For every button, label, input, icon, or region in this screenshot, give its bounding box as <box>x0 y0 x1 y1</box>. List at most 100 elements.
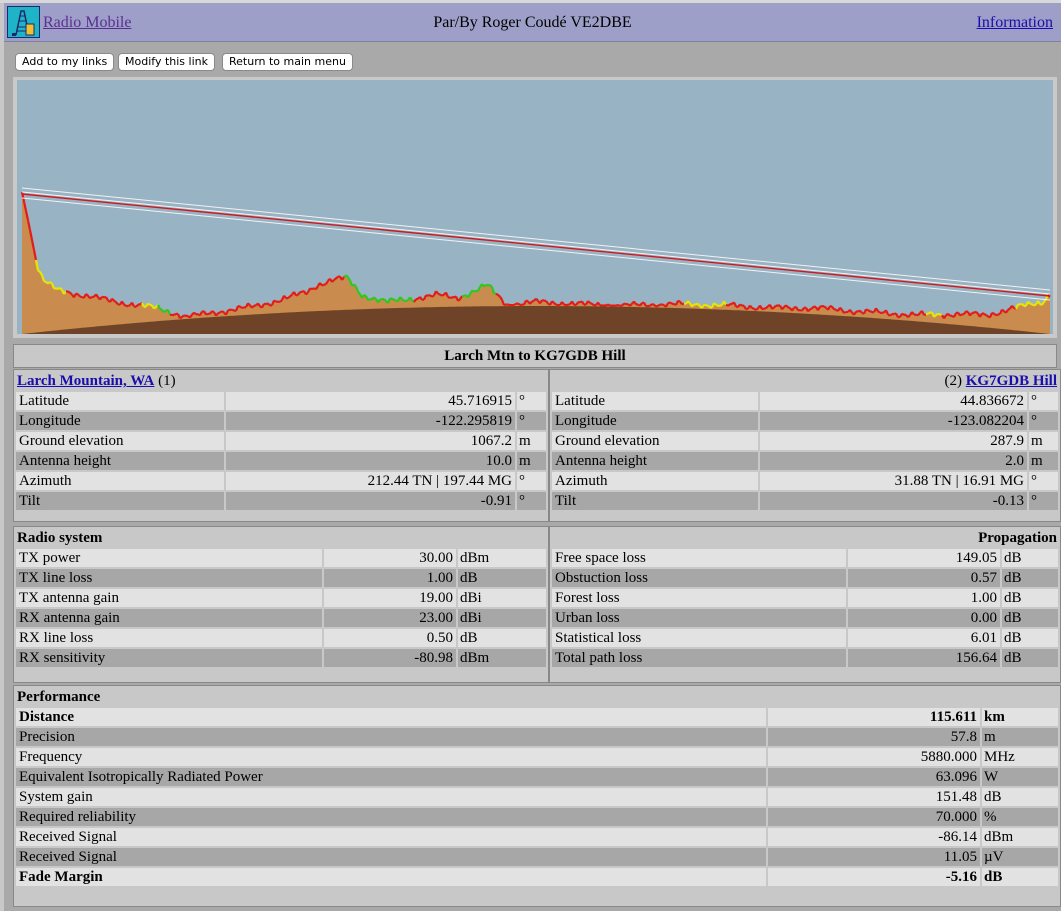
terrain-outline-segment <box>587 300 591 304</box>
site2-row: Ground elevation 287.9 m <box>552 432 1058 450</box>
site1-value: 1067.2 <box>226 432 515 450</box>
terrain-outline-segment <box>535 297 539 302</box>
site1-value: -122.295819 <box>226 412 515 430</box>
terrain-outline-segment <box>101 295 105 299</box>
site1-name-link[interactable]: Larch Mountain, WA <box>17 373 154 389</box>
site2-unit: m <box>1029 432 1058 450</box>
app-name-link[interactable]: Radio Mobile <box>43 14 131 32</box>
radio-value: 1.00 <box>324 569 456 587</box>
site2-index: (2) <box>944 373 962 389</box>
radio-unit: dBm <box>458 549 546 567</box>
radio-row: TX power 30.00 dBm <box>16 549 546 567</box>
terrain-outline-segment <box>353 283 357 288</box>
performance-label: Received Signal <box>16 848 766 866</box>
terrain-outline-segment <box>865 308 869 312</box>
terrain-outline-segment <box>289 293 293 298</box>
propagation-value: 149.05 <box>848 549 1000 567</box>
terrain-outline-segment <box>649 303 653 307</box>
site1-row: Longitude -122.295819 ° <box>16 412 546 430</box>
terrain-outline-segment <box>995 313 999 317</box>
terrain-outline-segment <box>1029 302 1033 306</box>
terrain-outline-segment <box>227 308 231 312</box>
terrain-outline-segment <box>833 308 837 311</box>
terrain-outline-segment <box>247 302 251 307</box>
terrain-outline-segment <box>77 293 81 298</box>
terrain-outline-segment <box>983 312 987 316</box>
terrain-outline-segment <box>745 307 749 311</box>
performance-label: Distance <box>16 708 766 726</box>
performance-title: Performance <box>17 689 101 705</box>
site2-label: Longitude <box>552 412 758 430</box>
left-border <box>0 3 4 911</box>
site1-row: Azimuth 212.44 TN | 197.44 MG ° <box>16 472 546 490</box>
radio-unit: dBi <box>458 609 546 627</box>
terrain-outline-segment <box>1007 307 1011 311</box>
radio-unit: dBm <box>458 649 546 667</box>
radio-row: TX antenna gain 19.00 dBi <box>16 589 546 607</box>
propagation-label: Forest loss <box>552 589 846 607</box>
performance-label: Required reliability <box>16 808 766 826</box>
terrain-outline-segment <box>115 301 119 306</box>
performance-label: System gain <box>16 788 766 806</box>
terrain-outline-segment <box>751 307 755 310</box>
terrain-outline-segment <box>489 284 493 288</box>
terrain-outline-segment <box>867 309 871 312</box>
link-title: Larch Mtn to KG7GDB Hill <box>13 344 1057 368</box>
terrain-outline-segment <box>179 315 183 320</box>
propagation-value: 1.00 <box>848 589 1000 607</box>
terrain-outline-segment <box>367 298 371 302</box>
site2-label: Antenna height <box>552 452 758 470</box>
terrain-outline-segment <box>925 312 929 316</box>
modify-link-button[interactable]: Modify this link <box>118 53 215 71</box>
terrain-profile-graph <box>17 80 1053 334</box>
propagation-unit: dB <box>1002 549 1058 567</box>
propagation-row: Free space loss 149.05 dB <box>552 549 1058 567</box>
site2-unit: ° <box>1029 392 1058 410</box>
propagation-row: Total path loss 156.64 dB <box>552 649 1058 667</box>
terrain-outline-segment <box>551 300 555 304</box>
terrain-outline-segment <box>765 305 769 309</box>
terrain-outline-segment <box>383 298 387 302</box>
terrain-outline-segment <box>843 310 847 314</box>
add-to-links-button[interactable]: Add to my links <box>15 53 115 71</box>
terrain-outline-segment <box>975 311 979 315</box>
terrain-outline-segment <box>655 304 659 308</box>
information-link[interactable]: Information <box>977 14 1053 32</box>
performance-unit: dBm <box>982 828 1058 846</box>
terrain-outline-segment <box>1011 305 1015 309</box>
terrain-outline-segment <box>321 283 325 287</box>
terrain-outline-segment <box>923 313 927 317</box>
terrain-outline-segment <box>809 307 813 311</box>
propagation-unit: dB <box>1002 649 1058 667</box>
terrain-outline-segment <box>333 277 337 281</box>
terrain-outline-segment <box>113 299 117 304</box>
terrain-outline-segment <box>947 312 951 317</box>
terrain-outline-segment <box>211 310 215 314</box>
terrain-outline-segment <box>621 302 625 307</box>
radio-value: 23.00 <box>324 609 456 627</box>
return-main-menu-button[interactable]: Return to main menu <box>222 53 353 71</box>
radio-value: 0.50 <box>324 629 456 647</box>
terrain-outline-segment <box>877 310 881 314</box>
performance-unit: % <box>982 808 1058 826</box>
terrain-outline-segment <box>153 306 157 310</box>
propagation-label: Total path loss <box>552 649 846 667</box>
radio-label: TX line loss <box>16 569 322 587</box>
terrain-outline-segment <box>985 314 989 318</box>
propagation-row: Forest loss 1.00 dB <box>552 589 1058 607</box>
propagation-table: Free space loss 149.05 dB Obstuction loss 0.… <box>550 547 1060 669</box>
terrain-outline-segment <box>37 269 41 273</box>
terrain-outline-segment <box>531 299 535 303</box>
terrain-outline-segment <box>123 303 127 307</box>
site2-name-link[interactable]: KG7GDB Hill <box>966 373 1057 389</box>
performance-row: Distance 115.611 km <box>16 708 1058 726</box>
terrain-outline-segment <box>839 306 843 311</box>
performance-unit: MHz <box>982 748 1058 766</box>
propagation-row: Obstuction loss 0.57 dB <box>552 569 1058 587</box>
performance-label: Frequency <box>16 748 766 766</box>
performance-value: -5.16 <box>768 868 980 886</box>
site1-value: 45.716915 <box>226 392 515 410</box>
radio-label: TX power <box>16 549 322 567</box>
terrain-outline-segment <box>927 311 931 315</box>
terrain-outline-segment <box>939 313 943 317</box>
